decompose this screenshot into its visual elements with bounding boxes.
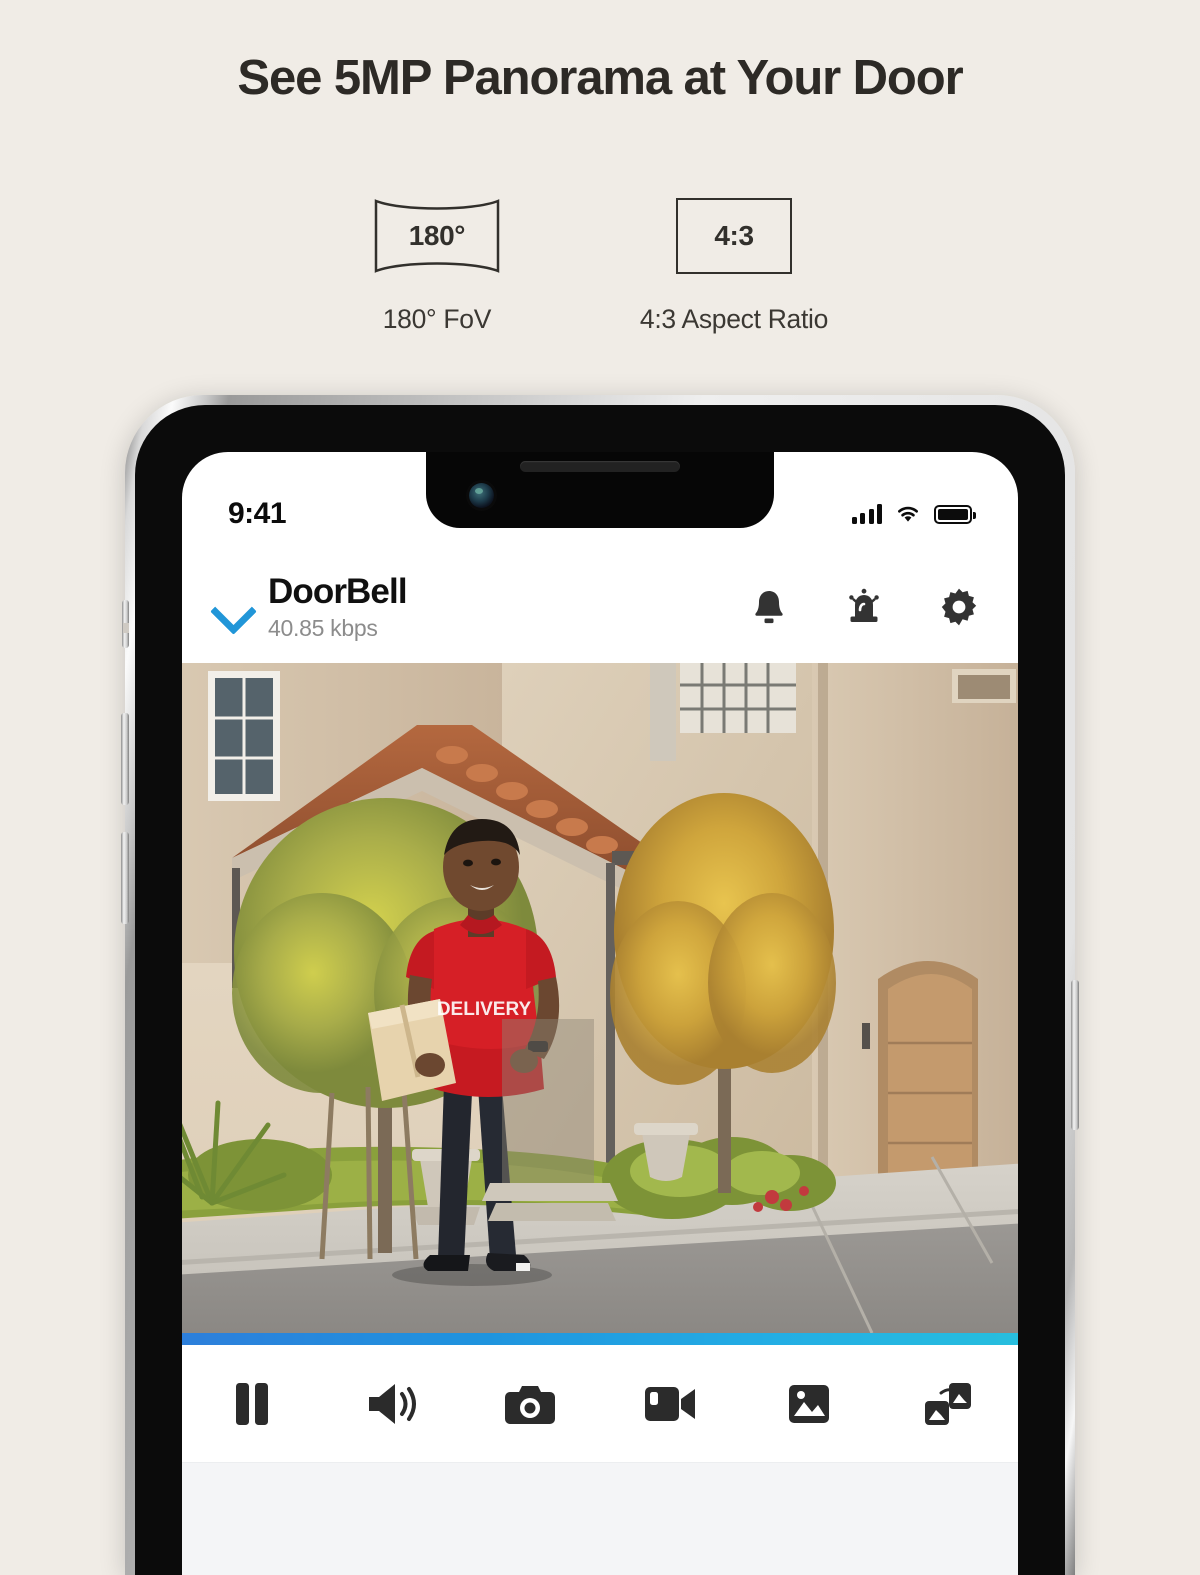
record-video-button[interactable] <box>600 1345 739 1462</box>
page-title: See 5MP Panorama at Your Door <box>237 51 963 105</box>
gallery-button[interactable] <box>739 1345 878 1462</box>
earpiece-speaker-icon <box>520 461 680 472</box>
feature-fov: 180° 180° FoV <box>372 198 502 335</box>
front-camera-icon <box>469 483 494 508</box>
siren-icon[interactable] <box>843 586 885 628</box>
phone-body: 9:41 DoorBell 40.85 kbps DELIVERY <box>135 405 1065 1575</box>
aspect-ratio-badge-value: 4:3 <box>714 220 754 251</box>
chevron-down-icon[interactable] <box>206 581 258 633</box>
aspect-ratio-label: 4:3 Aspect Ratio <box>639 304 829 334</box>
phone-notch <box>426 452 774 528</box>
live-video-feed[interactable]: DELIVERY <box>182 663 1018 1333</box>
cellular-signal-icon <box>851 504 882 524</box>
battery-icon <box>934 504 976 524</box>
gear-icon[interactable] <box>938 586 980 628</box>
power-button[interactable] <box>1071 980 1079 1130</box>
feature-badges: 180° 180° FoV 4:3 4:3 Aspect Ratio <box>0 198 1200 335</box>
pause-button[interactable] <box>182 1345 321 1462</box>
speaker-button[interactable] <box>321 1345 460 1462</box>
app-content-area <box>182 1463 1018 1575</box>
multi-view-button[interactable] <box>879 1345 1018 1462</box>
playback-progress-bar[interactable] <box>182 1333 1018 1345</box>
bitrate-status: 40.85 kbps <box>268 614 378 641</box>
feature-aspect-ratio: 4:3 4:3 Aspect Ratio <box>640 198 828 335</box>
fov-badge-icon: 180° <box>372 198 502 274</box>
aspect-ratio-badge-icon: 4:3 <box>676 198 792 274</box>
fov-label: 180° FoV <box>382 304 492 334</box>
device-info: DoorBell 40.85 kbps <box>268 572 748 642</box>
antenna-line <box>123 623 129 633</box>
app-header: DoorBell 40.85 kbps <box>182 550 1018 663</box>
header-actions <box>748 586 980 628</box>
bell-icon[interactable] <box>748 586 790 628</box>
player-toolbar <box>182 1345 1018 1463</box>
fov-badge-value: 180° <box>408 220 466 251</box>
phone-mockup: 9:41 DoorBell 40.85 kbps DELIVERY <box>121 395 1079 1575</box>
wifi-icon <box>898 506 918 522</box>
status-bar-clock: 9:41 <box>228 497 287 530</box>
phone-screen: 9:41 DoorBell 40.85 kbps DELIVERY <box>182 452 1018 1575</box>
volume-down-button[interactable] <box>121 832 129 924</box>
status-bar-icons <box>851 504 976 524</box>
volume-up-button[interactable] <box>121 713 129 805</box>
svg-text:DELIVERY: DELIVERY <box>437 999 532 1020</box>
device-name: DoorBell <box>268 571 408 611</box>
snapshot-button[interactable] <box>461 1345 600 1462</box>
